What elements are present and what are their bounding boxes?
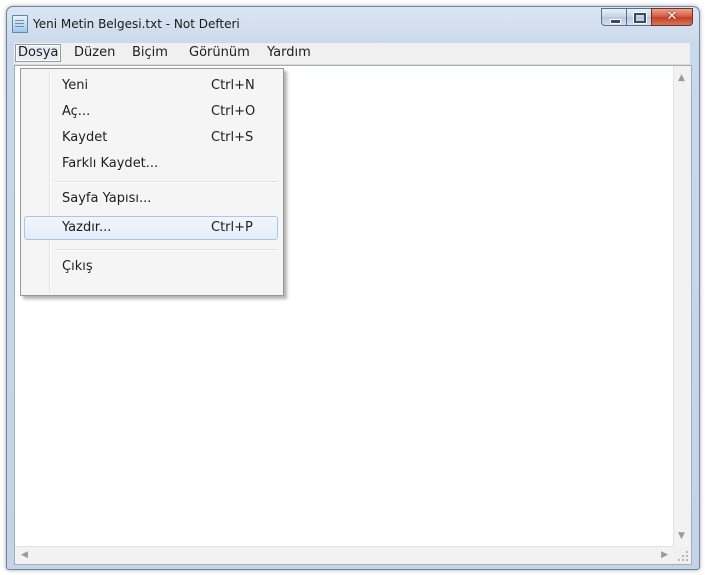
menu-item-label: Aç... — [62, 104, 91, 119]
close-button[interactable]: ✕ — [651, 8, 693, 26]
menu-item-shortcut: Ctrl+S — [211, 130, 254, 145]
menu-gorunum[interactable]: Görünüm — [186, 45, 253, 61]
menu-item-label: Kaydet — [62, 130, 108, 145]
scroll-left-arrow-icon[interactable]: ◀ — [21, 551, 28, 560]
scroll-down-arrow-icon[interactable]: ▼ — [678, 532, 685, 541]
menu-item-save[interactable]: Kaydet Ctrl+S — [24, 126, 278, 150]
maximize-button[interactable] — [626, 8, 652, 26]
maximize-icon — [633, 12, 647, 24]
menu-item-open[interactable]: Aç... Ctrl+O — [24, 100, 278, 124]
minimize-icon — [610, 19, 621, 24]
scroll-right-arrow-icon[interactable]: ▶ — [661, 551, 668, 560]
menu-item-shortcut: Ctrl+O — [211, 104, 256, 119]
menu-item-exit[interactable]: Çıkış — [24, 255, 278, 279]
resize-grip-icon[interactable] — [674, 547, 691, 564]
menu-item-print[interactable]: Yazdır... Ctrl+P — [24, 216, 278, 240]
menu-dosya[interactable]: Dosya — [15, 44, 62, 62]
menu-bicim[interactable]: Biçim — [129, 45, 171, 61]
menu-item-shortcut: Ctrl+N — [211, 78, 255, 93]
menu-duzen[interactable]: Düzen — [71, 45, 118, 61]
menu-bar: Dosya Düzen Biçim Görünüm Yardım — [14, 43, 690, 65]
minimize-button[interactable] — [601, 8, 627, 26]
menu-item-shortcut: Ctrl+P — [211, 220, 253, 235]
vertical-scrollbar[interactable]: ▲ ▼ — [673, 66, 691, 547]
notepad-icon[interactable] — [12, 15, 28, 33]
title-bar[interactable]: Yeni Metin Belgesi.txt - Not Defteri ✕ — [7, 7, 699, 43]
menu-item-label: Sayfa Yapısı... — [62, 191, 152, 206]
menu-item-save-as[interactable]: Farklı Kaydet... — [24, 152, 278, 176]
menu-item-label: Yazdır... — [62, 220, 112, 235]
menu-item-page-setup[interactable]: Sayfa Yapısı... — [24, 187, 278, 211]
horizontal-scrollbar[interactable]: ◀ ▶ — [15, 546, 674, 564]
menu-item-new[interactable]: Yeni Ctrl+N — [24, 74, 278, 98]
menu-item-label: Çıkış — [62, 259, 93, 274]
menu-separator — [54, 249, 278, 251]
menu-item-label: Farklı Kaydet... — [62, 156, 159, 171]
caption-buttons: ✕ — [601, 8, 693, 28]
menu-separator — [54, 181, 278, 183]
menu-item-label: Yeni — [62, 78, 89, 93]
close-icon: ✕ — [666, 9, 678, 24]
scroll-up-arrow-icon[interactable]: ▲ — [678, 74, 685, 83]
menu-yardim[interactable]: Yardım — [264, 45, 314, 61]
file-menu-dropdown: Yeni Ctrl+N Aç... Ctrl+O Kaydet Ctrl+S F… — [20, 68, 284, 296]
window-title: Yeni Metin Belgesi.txt - Not Defteri — [33, 17, 240, 31]
